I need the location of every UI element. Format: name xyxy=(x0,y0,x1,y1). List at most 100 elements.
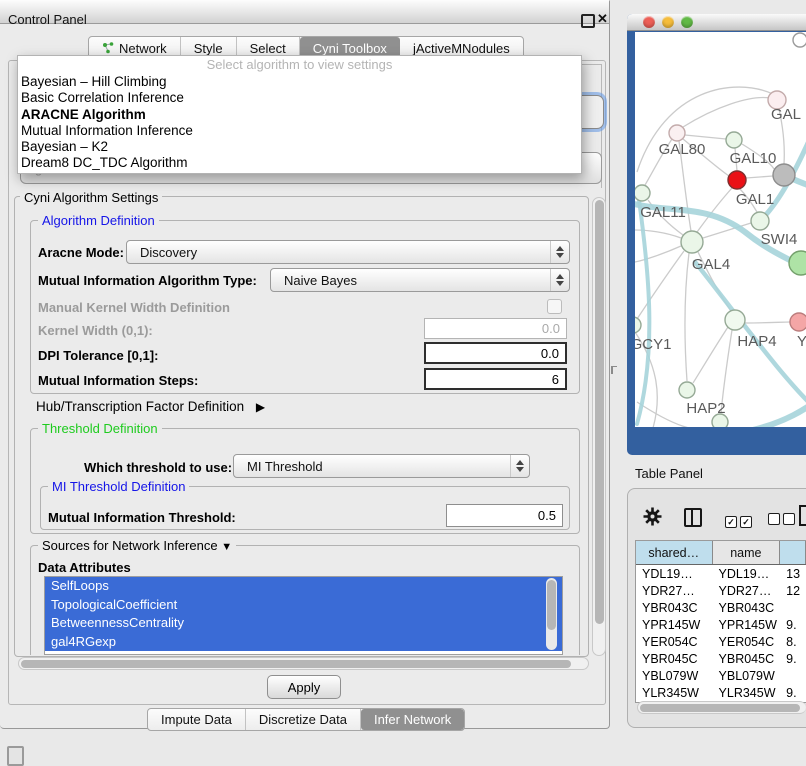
document-icon[interactable] xyxy=(799,505,806,526)
manual-kernel-checkbox[interactable] xyxy=(547,299,562,314)
algorithm-option[interactable]: Bayesian – Hill Climbing xyxy=(18,74,581,90)
table-row[interactable]: YDL19…YDL19…13 xyxy=(636,565,806,582)
mi-type-combo[interactable]: Naive Bayes xyxy=(270,268,570,292)
table-cell[interactable]: YER054C xyxy=(636,633,713,650)
node-SWI4[interactable] xyxy=(751,212,769,230)
table-cell[interactable]: 9. xyxy=(780,616,806,633)
table-cell[interactable]: YDR27… xyxy=(713,582,781,599)
tab-impute-data[interactable]: Impute Data xyxy=(148,709,246,730)
node-GAL1[interactable] xyxy=(728,171,746,189)
mi-threshold-field[interactable]: 0.5 xyxy=(446,504,563,527)
checked-pair-icon[interactable]: ✓✓ xyxy=(725,512,755,530)
gear-icon[interactable] xyxy=(643,507,662,531)
table-cell[interactable]: YBR043C xyxy=(636,599,713,616)
table-cell[interactable]: 8. xyxy=(780,633,806,650)
data-attributes-list[interactable]: SelfLoopsTopologicalCoefficientBetweenne… xyxy=(44,576,563,655)
attributes-scrollbar[interactable] xyxy=(546,578,557,650)
table-cell[interactable]: YBL079W xyxy=(636,667,713,684)
algorithm-option[interactable]: ARACNE Algorithm xyxy=(18,107,581,123)
close-traffic-light-icon[interactable] xyxy=(643,16,655,28)
panel-divider[interactable] xyxy=(611,366,617,374)
table-cell[interactable]: YBR045C xyxy=(713,650,781,667)
table-cell[interactable]: YLR345W xyxy=(713,684,781,701)
table-cell[interactable]: YPR145W xyxy=(713,616,781,633)
algorithm-option[interactable]: Bayesian – K2 xyxy=(18,139,581,155)
settings-horizontal-scrollbar[interactable] xyxy=(18,657,589,670)
network-window-titlebar[interactable] xyxy=(627,14,806,31)
tab-discretize-data[interactable]: Discretize Data xyxy=(246,709,361,730)
table-cell[interactable]: YDR27… xyxy=(636,582,713,599)
table-cell[interactable]: YER054C xyxy=(713,633,781,650)
table-cell[interactable]: YBL079W xyxy=(713,667,781,684)
table-horizontal-scrollbar[interactable] xyxy=(637,701,806,714)
node-green[interactable] xyxy=(789,251,806,275)
which-threshold-combo[interactable]: MI Threshold xyxy=(233,454,530,478)
split-columns-icon[interactable] xyxy=(684,508,702,527)
table-row[interactable]: YDR27…YDR27…12 xyxy=(636,582,806,599)
attribute-item[interactable]: BetweennessCentrality xyxy=(45,614,562,633)
table-row[interactable]: YPR145WYPR145W9. xyxy=(636,616,806,633)
tab-label: Select xyxy=(250,41,286,56)
table-row[interactable]: YBR045CYBR045C9. xyxy=(636,650,806,667)
table-cell[interactable]: 12 xyxy=(780,582,806,599)
table-cell[interactable]: YLR345W xyxy=(636,684,713,701)
node-Y[interactable] xyxy=(790,313,806,331)
table-cell[interactable]: YDL19… xyxy=(636,565,713,582)
node-GAL80[interactable] xyxy=(669,125,685,141)
network-canvas[interactable]: GALGAL80GAL10GAL1GAL11SWI4GAL4GCY1HAP4YH… xyxy=(635,32,806,427)
table-cell[interactable]: YBR043C xyxy=(713,599,781,616)
node-GAL4[interactable] xyxy=(681,231,703,253)
node-HAP2[interactable] xyxy=(679,382,695,398)
unchecked-pair-icon[interactable] xyxy=(768,512,798,530)
algorithm-option[interactable]: Mutual Information Inference xyxy=(18,123,581,139)
settings-vertical-scrollbar[interactable] xyxy=(592,197,606,656)
settings-group-title: Cyni Algorithm Settings xyxy=(20,190,162,205)
mi-steps-field[interactable]: 6 xyxy=(424,368,567,390)
stepper-icon[interactable] xyxy=(550,241,569,263)
zoom-traffic-light-icon[interactable] xyxy=(681,16,693,28)
column-header-shared[interactable]: shared… xyxy=(636,541,713,564)
algorithm-option[interactable]: Dream8 DC_TDC Algorithm xyxy=(18,155,581,171)
minimize-traffic-light-icon[interactable] xyxy=(662,16,674,28)
table-cell[interactable]: YDL19… xyxy=(713,565,781,582)
table-cell[interactable] xyxy=(780,599,806,616)
expand-right-icon[interactable]: ▶ xyxy=(256,400,265,414)
table-cell[interactable]: YPR145W xyxy=(636,616,713,633)
control-panel-titlebar[interactable] xyxy=(0,0,609,24)
table-cell[interactable] xyxy=(780,667,806,684)
table-row[interactable]: YBR043CYBR043C xyxy=(636,599,806,616)
attribute-item[interactable]: SelfLoops xyxy=(45,577,562,596)
table-row[interactable]: YBL079WYBL079W xyxy=(636,667,806,684)
table-cell[interactable]: YBR045C xyxy=(636,650,713,667)
node-GAL11[interactable] xyxy=(635,185,650,201)
docked-panel-icon[interactable] xyxy=(7,746,24,766)
table-row[interactable]: YER054CYER054C8. xyxy=(636,633,806,650)
node-gray[interactable] xyxy=(773,164,795,186)
sources-group-title[interactable]: Sources for Network Inference ▼ xyxy=(38,538,236,553)
collapse-down-icon[interactable]: ▼ xyxy=(221,541,232,553)
kernel-width-field[interactable]: 0.0 xyxy=(424,318,567,339)
table-cell[interactable]: 9. xyxy=(780,684,806,701)
node-bottom[interactable] xyxy=(712,414,728,427)
dpi-tolerance-field[interactable]: 0.0 xyxy=(424,342,567,364)
close-icon[interactable]: ✕ xyxy=(597,11,608,27)
node-top-right[interactable] xyxy=(793,33,806,47)
table-row[interactable]: YLR345WYLR345W9. xyxy=(636,684,806,701)
hub-definition-expander[interactable]: Hub/Transcription Factor Definition ▶ xyxy=(36,399,265,414)
attribute-item[interactable]: TopologicalCoefficient xyxy=(45,596,562,615)
column-header-name[interactable]: name xyxy=(713,541,781,564)
node-HAP4[interactable] xyxy=(725,310,745,330)
column-header-hidden[interactable] xyxy=(780,541,806,564)
aracne-mode-combo[interactable]: Discovery xyxy=(126,240,570,264)
node-GCY1[interactable] xyxy=(635,317,641,333)
table-cell[interactable]: 9. xyxy=(780,650,806,667)
attribute-item[interactable]: gal4RGexp xyxy=(45,633,562,652)
stepper-icon[interactable] xyxy=(550,269,569,291)
table-cell[interactable]: 13 xyxy=(780,565,806,582)
apply-button[interactable]: Apply xyxy=(267,675,341,699)
tab-infer-network[interactable]: Infer Network xyxy=(361,709,464,730)
node-GAL10[interactable] xyxy=(726,132,742,148)
stepper-icon[interactable] xyxy=(510,455,529,477)
algorithm-option[interactable]: Basic Correlation Inference xyxy=(18,90,581,106)
float-window-icon[interactable] xyxy=(581,14,595,28)
